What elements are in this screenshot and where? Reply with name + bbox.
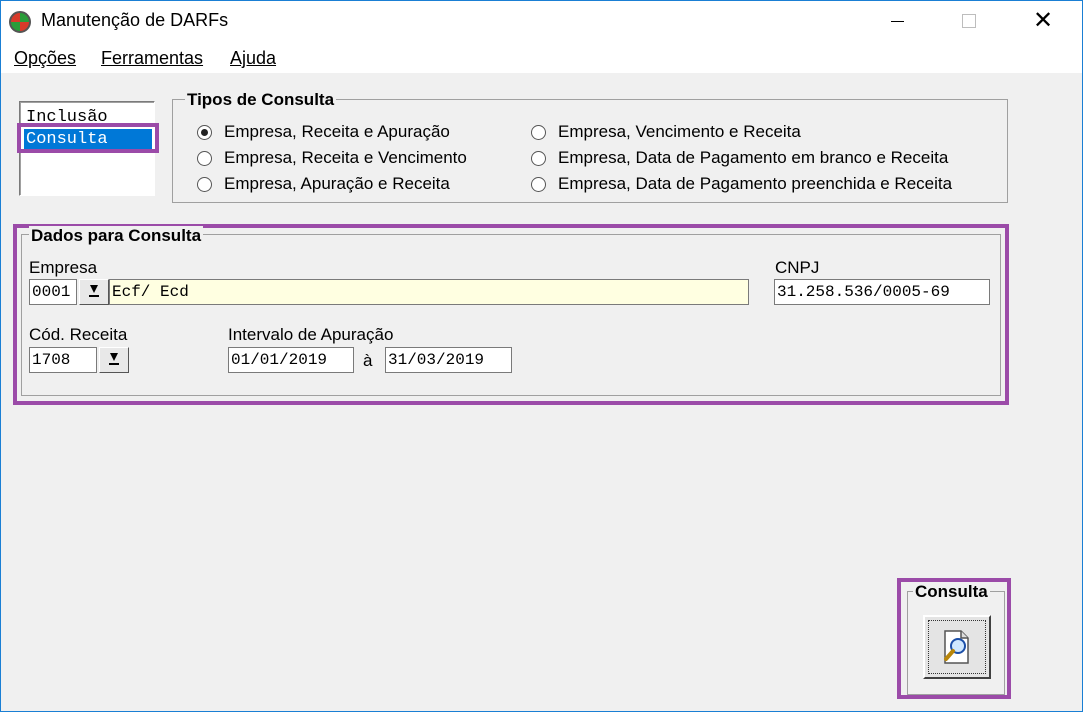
menu-opcoes-label: Opções xyxy=(14,48,77,68)
minimize-icon xyxy=(890,20,904,22)
menu-ferramentas[interactable]: Ferramentas xyxy=(101,48,203,69)
date-separator: à xyxy=(363,351,373,370)
radio-pagamento-preenchida[interactable]: Empresa, Data de Pagamento preenchida e … xyxy=(531,174,952,194)
list-item-inclusao[interactable]: Inclusão xyxy=(24,107,152,128)
radio-empresa-receita-vencimento[interactable]: Empresa, Receita e Vencimento xyxy=(197,148,467,168)
receita-label: Cód. Receita xyxy=(29,325,128,344)
radio-pagamento-branco[interactable]: Empresa, Data de Pagamento em branco e R… xyxy=(531,148,948,168)
interval-label: Intervalo de Apuração xyxy=(228,325,394,344)
window-title: Manutenção de DARFs xyxy=(41,10,229,30)
minimize-button[interactable] xyxy=(861,1,933,41)
list-item-consulta[interactable]: Consulta xyxy=(24,129,152,150)
query-data-title: Dados para Consulta xyxy=(29,226,204,246)
radio-unchecked-icon xyxy=(197,150,212,166)
receita-lookup-button[interactable] xyxy=(99,347,129,373)
cnpj-label: CNPJ xyxy=(775,258,820,277)
consulta-button[interactable] xyxy=(923,615,991,679)
query-types-title: Tipos de Consulta xyxy=(185,90,337,110)
radio-label: Empresa, Vencimento e Receita xyxy=(558,122,801,141)
radio-label: Empresa, Data de Pagamento preenchida e … xyxy=(558,174,953,193)
radio-checked-icon xyxy=(197,124,212,140)
radio-unchecked-icon xyxy=(197,176,212,192)
radio-label: Empresa, Receita e Apuração xyxy=(224,122,450,141)
consulta-action-title: Consulta xyxy=(913,582,990,602)
close-icon: ✕ xyxy=(1032,7,1054,34)
empresa-code-field[interactable]: 0001 xyxy=(29,279,77,305)
magnifier-document-icon xyxy=(944,630,969,664)
radio-label: Empresa, Apuração e Receita xyxy=(224,174,450,193)
download-arrow-icon xyxy=(88,285,100,299)
radio-unchecked-icon xyxy=(531,176,546,192)
receita-code-field[interactable]: 1708 xyxy=(29,347,97,373)
app-globe-icon xyxy=(9,11,31,33)
empresa-name-field[interactable]: Ecf/ Ecd xyxy=(109,279,749,305)
download-arrow-icon xyxy=(108,353,120,367)
empresa-lookup-button[interactable] xyxy=(79,279,109,305)
cnpj-field[interactable]: 31.258.536/0005-69 xyxy=(774,279,990,305)
title-bar: Manutenção de DARFs ✕ xyxy=(1,1,1082,41)
menu-ajuda-label: Ajuda xyxy=(230,48,277,68)
empresa-label: Empresa xyxy=(29,258,98,277)
radio-empresa-vencimento-receita[interactable]: Empresa, Vencimento e Receita xyxy=(531,122,801,142)
close-button[interactable]: ✕ xyxy=(1007,1,1079,41)
radio-empresa-apuracao-receita[interactable]: Empresa, Apuração e Receita xyxy=(197,174,450,194)
maximize-button[interactable] xyxy=(933,1,1005,41)
date-from-field[interactable]: 01/01/2019 xyxy=(228,347,354,373)
main-window: Manutenção de DARFs ✕ Opções Ferramentas… xyxy=(0,0,1083,712)
radio-empresa-receita-apuracao[interactable]: Empresa, Receita e Apuração xyxy=(197,122,450,142)
maximize-icon xyxy=(962,14,976,28)
menu-opcoes[interactable]: Opções xyxy=(14,48,76,69)
radio-label: Empresa, Receita e Vencimento xyxy=(224,148,467,167)
radio-unchecked-icon xyxy=(531,150,546,166)
mode-listbox[interactable]: Inclusão Consulta xyxy=(19,101,155,196)
menu-bar: Opções Ferramentas Ajuda xyxy=(1,41,1082,73)
menu-ferramentas-label: Ferramentas xyxy=(101,48,204,68)
date-to-field[interactable]: 31/03/2019 xyxy=(385,347,512,373)
menu-ajuda[interactable]: Ajuda xyxy=(230,48,276,69)
radio-label: Empresa, Data de Pagamento em branco e R… xyxy=(558,148,949,167)
radio-unchecked-icon xyxy=(531,124,546,140)
